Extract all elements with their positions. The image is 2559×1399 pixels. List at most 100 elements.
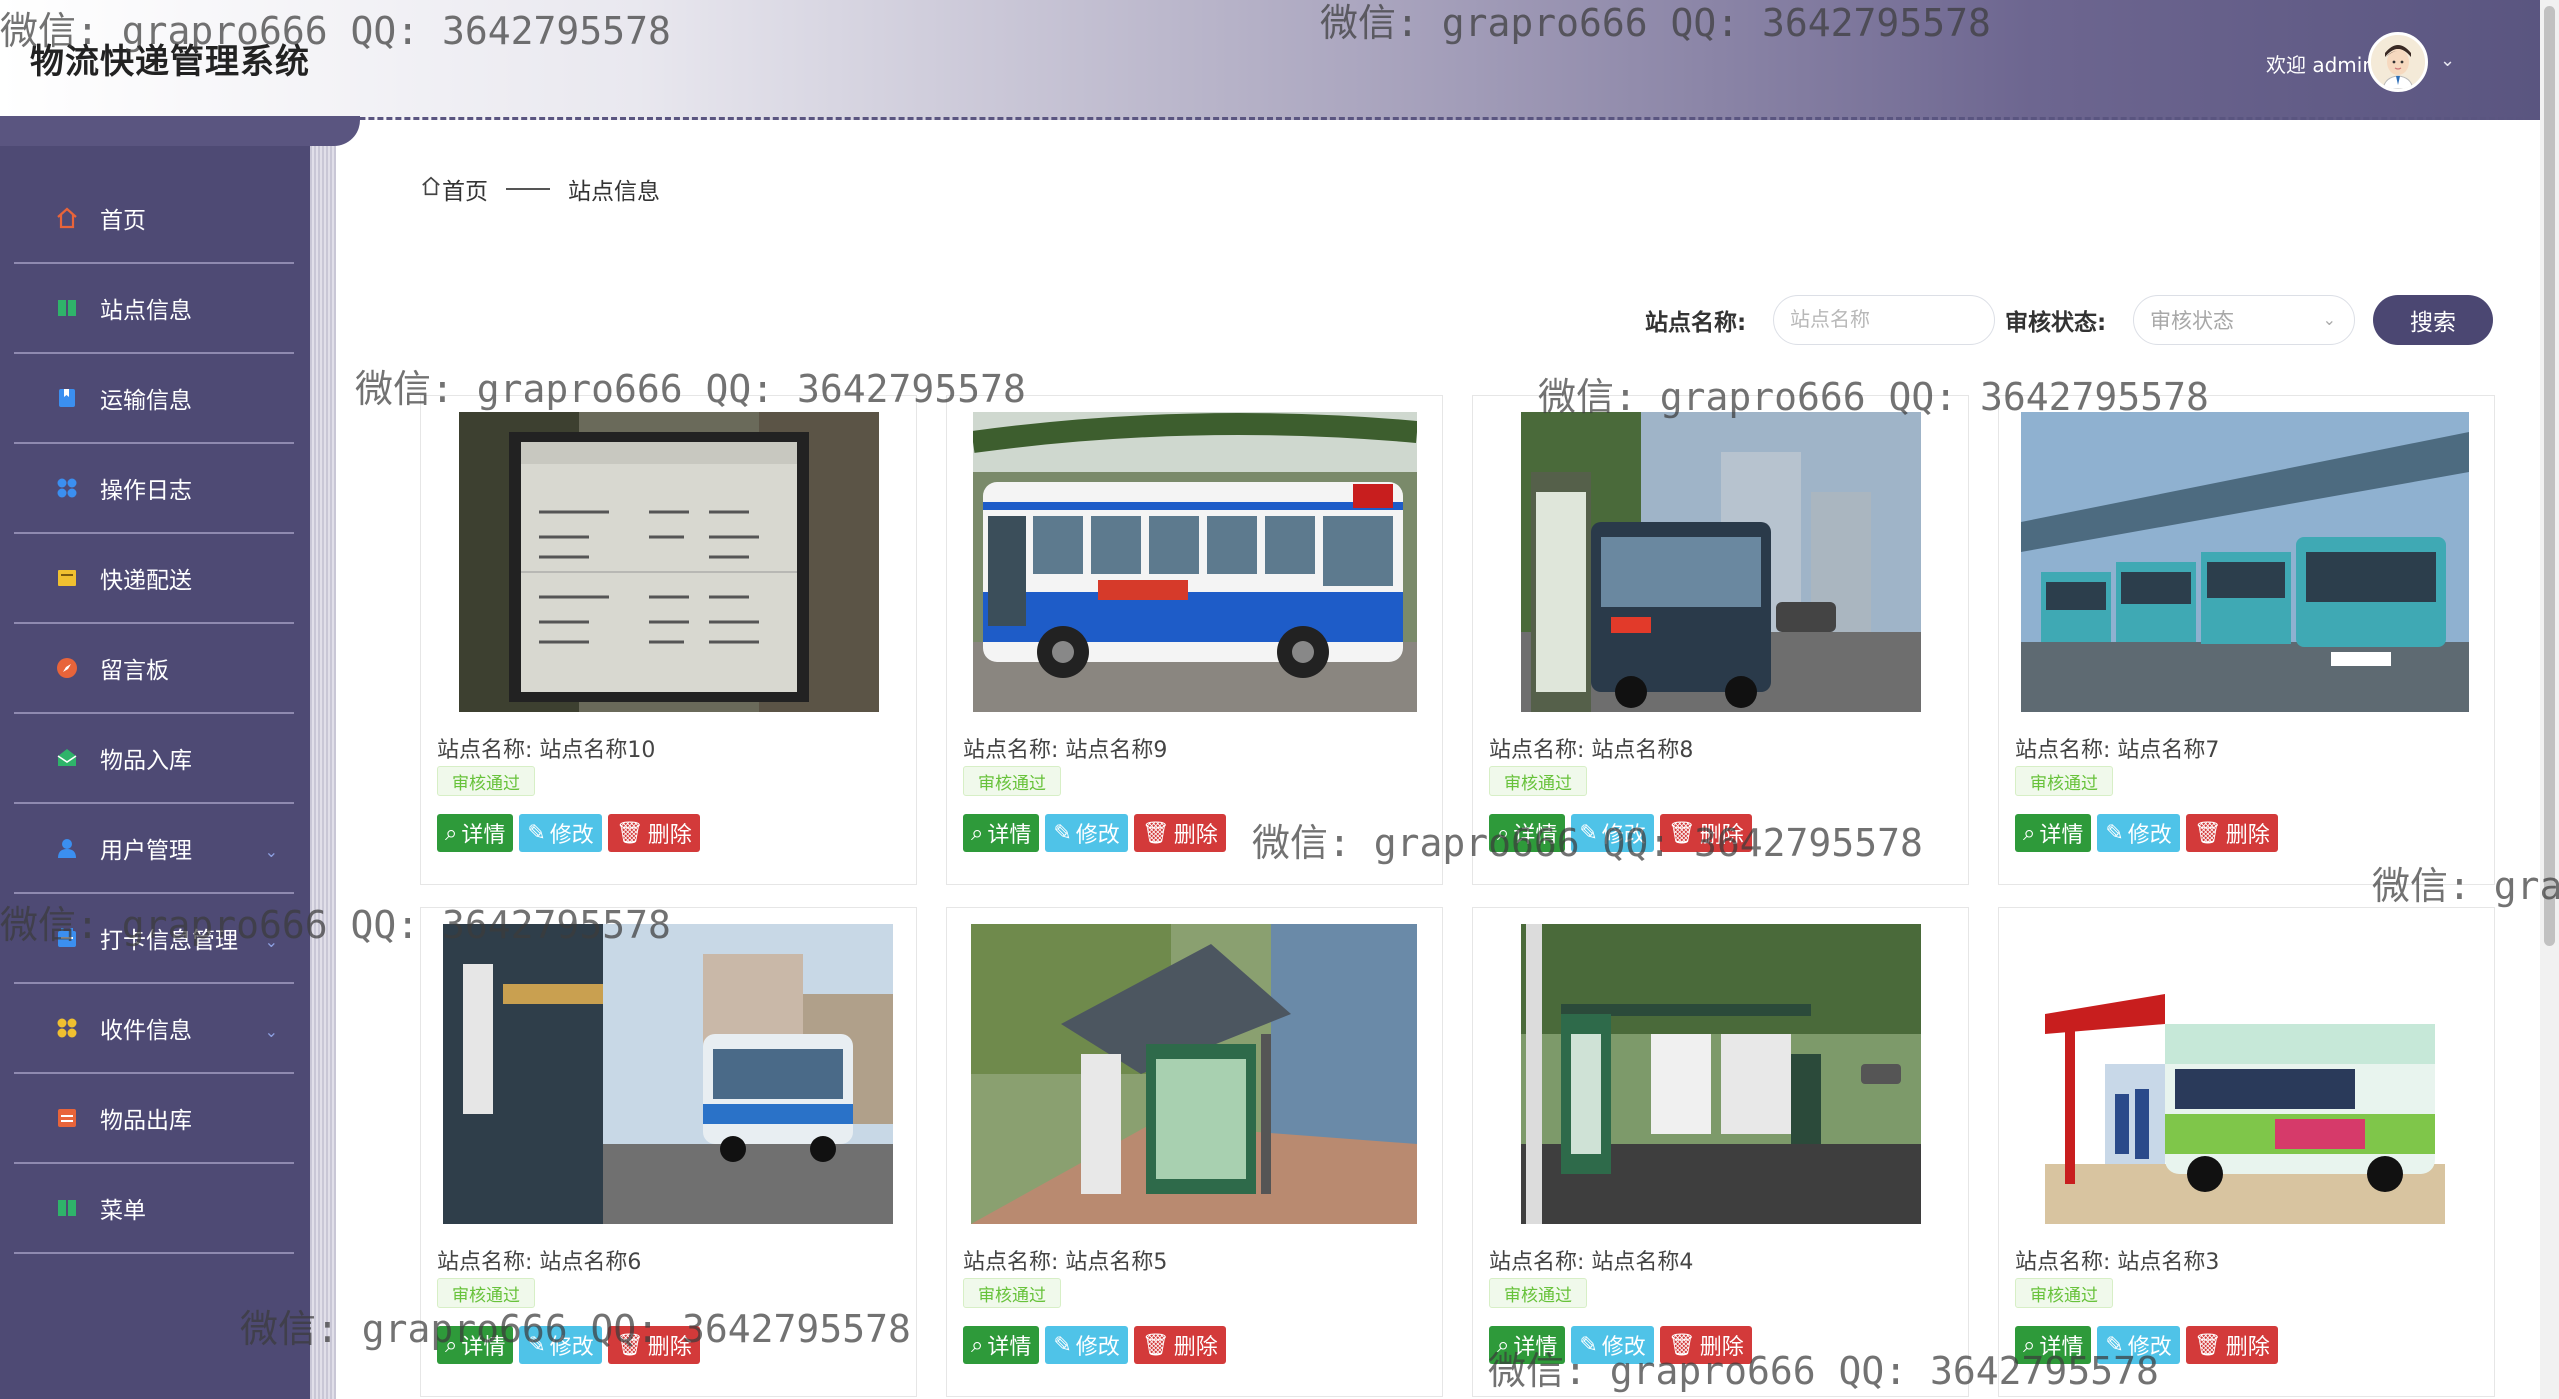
user-icon [54, 835, 80, 861]
compass-icon [54, 655, 80, 681]
edit-label: 修改 [1601, 823, 1646, 848]
trash-icon: 🗑 [1667, 820, 1696, 846]
edit-button[interactable]: ✎ 修改 [1571, 1326, 1654, 1364]
vertical-scrollbar[interactable] [2540, 0, 2559, 1399]
site-image[interactable] [1521, 924, 1921, 1224]
status-badge: 审核通过 [963, 1278, 1061, 1308]
delete-button[interactable]: 🗑 删除 [607, 1326, 700, 1364]
edit-label: 修改 [1075, 823, 1120, 848]
site-image[interactable] [2021, 412, 2469, 712]
detail-label: 详情 [987, 1335, 1032, 1360]
site-image[interactable] [459, 412, 879, 712]
detail-button[interactable]: ⌕ 详情 [437, 814, 514, 852]
trash-icon: 🗑 [615, 820, 644, 846]
delete-button[interactable]: 🗑 删除 [1133, 1326, 1226, 1364]
breadcrumb-separator [506, 188, 550, 190]
detail-label: 详情 [1513, 823, 1558, 848]
sidebar-item-transport[interactable]: 运输信息 [14, 354, 294, 444]
edit-button[interactable]: ✎ 修改 [519, 814, 602, 852]
detail-button[interactable]: ⌕ 详情 [963, 814, 1040, 852]
sidebar-item-site-info[interactable]: 站点信息 [14, 264, 294, 354]
edit-button[interactable]: ✎ 修改 [1045, 814, 1128, 852]
sidebar-item-delivery[interactable]: 快递配送 [14, 534, 294, 624]
detail-button[interactable]: ⌕ 详情 [437, 1326, 514, 1364]
sidebar-item-stock-out[interactable]: 物品出库 [14, 1074, 294, 1164]
sidebar-item-label: 快递配送 [100, 568, 192, 594]
search-name-label: 站点名称: [1645, 310, 1747, 336]
site-image[interactable] [971, 924, 1417, 1224]
app-title: 物流快递管理系统 [30, 42, 310, 82]
sidebar-item-operation-log[interactable]: 操作日志 [14, 444, 294, 534]
breadcrumb: 首页 站点信息 [420, 172, 660, 206]
edit-label: 修改 [2127, 1335, 2172, 1360]
home-icon[interactable] [420, 175, 442, 203]
sidebar-item-user-management[interactable]: 用户管理 ⌄ [14, 804, 294, 894]
edit-button[interactable]: ✎ 修改 [1045, 1326, 1128, 1364]
detail-button[interactable]: ⌕ 详情 [1489, 1326, 1566, 1364]
sidebar-item-stock-in[interactable]: 物品入库 [14, 714, 294, 804]
detail-button[interactable]: ⌕ 详情 [2015, 814, 2092, 852]
site-card: 站点名称: 站点名称10 审核通过 ⌕ 详情 ✎ 修改 🗑 删除 [420, 395, 917, 885]
chevron-down-icon: ⌄ [264, 842, 278, 861]
site-name: 站点名称: 站点名称9 [963, 738, 1168, 763]
search-name-input[interactable] [1773, 295, 1995, 345]
delete-button[interactable]: 🗑 删除 [2185, 814, 2278, 852]
avatar[interactable] [2368, 32, 2428, 92]
edit-icon: ✎ [1579, 1332, 1598, 1358]
mail-icon [54, 745, 80, 771]
grid-icon [54, 1015, 80, 1041]
home-icon [54, 205, 80, 231]
edit-icon: ✎ [527, 1332, 546, 1358]
detail-label: 详情 [2039, 823, 2084, 848]
detail-button[interactable]: ⌕ 详情 [963, 1326, 1040, 1364]
chevron-down-icon[interactable]: ⌄ [2440, 50, 2455, 71]
detail-button[interactable]: ⌕ 详情 [2015, 1326, 2092, 1364]
detail-label: 详情 [2039, 1335, 2084, 1360]
site-card: 站点名称: 站点名称8 审核通过 ⌕ 详情 ✎ 修改 🗑 删除 [1472, 395, 1969, 885]
site-image[interactable] [2045, 924, 2445, 1224]
search-status-label: 审核状态: [2005, 310, 2107, 336]
edit-button[interactable]: ✎ 修改 [519, 1326, 602, 1364]
status-badge: 审核通过 [437, 766, 535, 796]
site-image[interactable] [443, 924, 893, 1224]
delete-button[interactable]: 🗑 删除 [607, 814, 700, 852]
edit-button[interactable]: ✎ 修改 [2097, 1326, 2180, 1364]
detail-label: 详情 [461, 1335, 506, 1360]
search-button[interactable]: 搜索 [2373, 295, 2493, 345]
sidebar-item-home[interactable]: 首页 [14, 174, 294, 264]
delete-button[interactable]: 🗑 删除 [1659, 1326, 1752, 1364]
breadcrumb-current: 站点信息 [568, 179, 660, 205]
folder-icon [54, 565, 80, 591]
book-icon [54, 295, 80, 321]
sidebar-item-message-board[interactable]: 留言板 [14, 624, 294, 714]
delete-button[interactable]: 🗑 删除 [1133, 814, 1226, 852]
card-actions: ⌕ 详情 ✎ 修改 🗑 删除 [437, 1326, 700, 1364]
scrollbar-thumb[interactable] [2544, 6, 2555, 946]
edit-button[interactable]: ✎ 修改 [2097, 814, 2180, 852]
detail-button[interactable]: ⌕ 详情 [1489, 814, 1566, 852]
sidebar-item-receipt-info[interactable]: 收件信息 ⌄ [14, 984, 294, 1074]
edit-icon: ✎ [1053, 1332, 1072, 1358]
delete-button[interactable]: 🗑 删除 [1659, 814, 1752, 852]
chevron-down-icon: ⌄ [264, 1022, 278, 1041]
sidebar-item-label: 收件信息 [100, 1018, 192, 1044]
sidebar-item-checkin-management[interactable]: 打卡信息管理 ⌄ [14, 894, 294, 984]
breadcrumb-home[interactable]: 首页 [442, 172, 488, 206]
trash-icon: 🗑 [1667, 1332, 1696, 1358]
sidebar-item-label: 操作日志 [100, 478, 192, 504]
site-card: 站点名称: 站点名称9 审核通过 ⌕ 详情 ✎ 修改 🗑 删除 [946, 395, 1443, 885]
site-image[interactable] [973, 412, 1417, 712]
sidebar-item-label: 运输信息 [100, 388, 192, 414]
sidebar-item-menu[interactable]: 菜单 [14, 1164, 294, 1254]
search-icon: ⌕ [971, 820, 984, 846]
trash-icon: 🗑 [1141, 1332, 1170, 1358]
status-select[interactable]: 审核状态 ⌄ [2133, 295, 2355, 345]
detail-label: 详情 [987, 823, 1032, 848]
site-image[interactable] [1521, 412, 1921, 712]
site-card: 站点名称: 站点名称5 审核通过 ⌕ 详情 ✎ 修改 🗑 删除 [946, 907, 1443, 1397]
delete-button[interactable]: 🗑 删除 [2185, 1326, 2278, 1364]
edit-button[interactable]: ✎ 修改 [1571, 814, 1654, 852]
edit-label: 修改 [549, 823, 594, 848]
edit-icon: ✎ [1579, 820, 1598, 846]
sidebar-item-label: 打卡信息管理 [100, 928, 238, 954]
